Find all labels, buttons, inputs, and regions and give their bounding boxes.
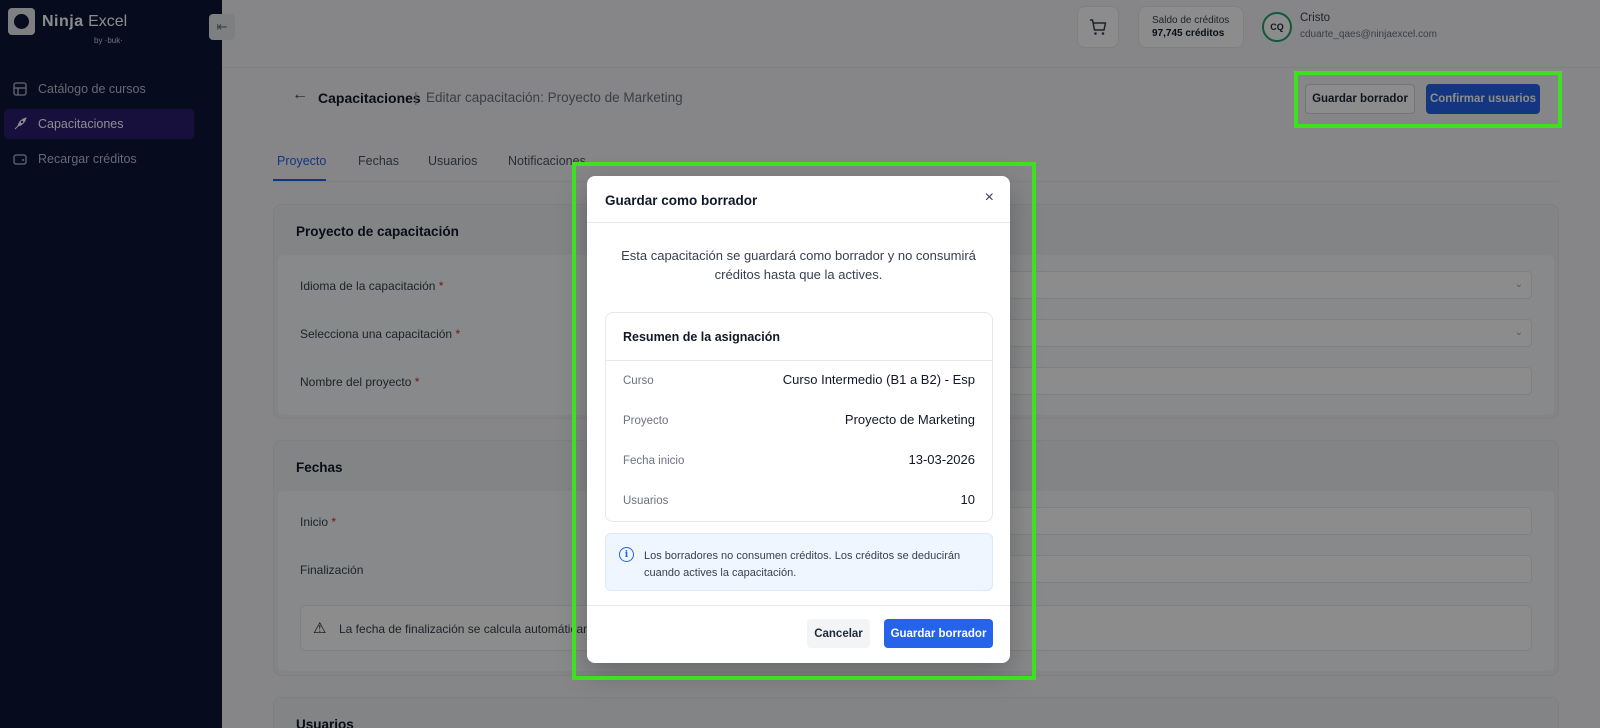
modal-title: Guardar como borrador	[605, 193, 758, 208]
summary-value: Proyecto de Marketing	[844, 412, 975, 427]
modal-description: Esta capacitación se guardará como borra…	[621, 248, 976, 282]
close-icon[interactable]: ×	[985, 189, 994, 207]
modal-footer: Cancelar Guardar borrador	[587, 605, 1010, 663]
summary-value: Curso Intermedio (B1 a B2) - Esp	[782, 372, 975, 387]
summary-label: Usuarios	[623, 495, 669, 507]
summary-value: 13-03-2026	[908, 452, 976, 467]
summary-label: Curso	[623, 375, 654, 387]
cancel-button[interactable]: Cancelar	[807, 619, 870, 648]
summary-value: 10	[960, 492, 975, 507]
modal-header: Guardar como borrador ×	[587, 176, 1010, 223]
summary-row: Fecha inicio 13-03-2026	[623, 452, 975, 472]
info-icon: i	[619, 547, 634, 562]
summary-label: Proyecto	[623, 415, 669, 427]
save-draft-modal: Guardar como borrador × Esta capacitació…	[587, 176, 1010, 663]
confirm-save-draft-button[interactable]: Guardar borrador	[884, 619, 993, 648]
summary-title: Resumen de la asignación	[606, 313, 992, 361]
assignment-summary: Resumen de la asignación Curso Curso Int…	[605, 312, 993, 522]
summary-label: Fecha inicio	[623, 455, 685, 467]
summary-row: Proyecto Proyecto de Marketing	[623, 412, 975, 432]
info-text: Los borradores no consumen créditos. Los…	[644, 550, 961, 579]
summary-row: Curso Curso Intermedio (B1 a B2) - Esp	[623, 372, 975, 392]
info-notice: i Los borradores no consumen créditos. L…	[605, 533, 993, 591]
summary-row: Usuarios 10	[623, 492, 975, 512]
